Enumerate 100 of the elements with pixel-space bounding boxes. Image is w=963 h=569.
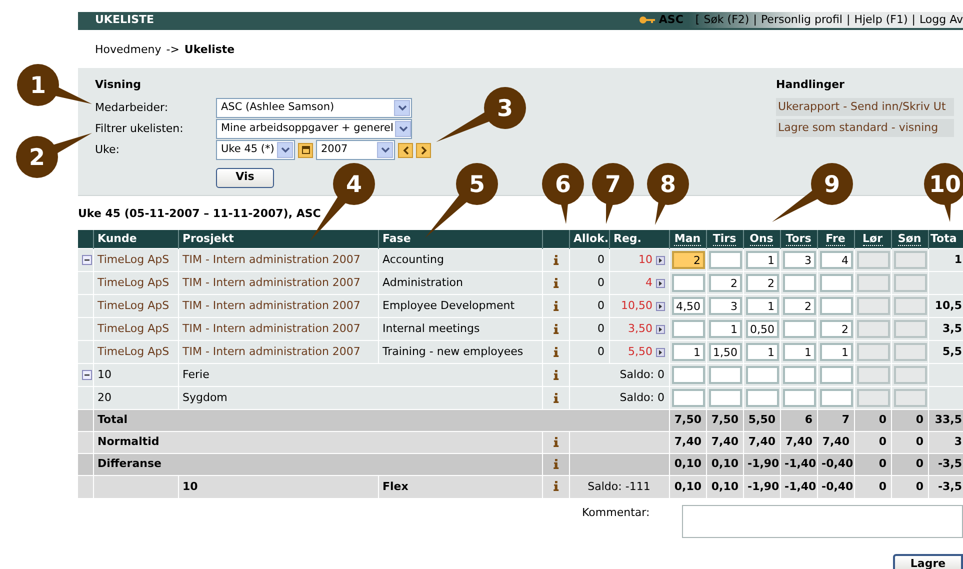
hours-input[interactable] [782,389,816,407]
hours-input[interactable]: 2 [672,251,704,269]
comment-field[interactable] [682,504,963,538]
breadcrumb-current: Ukeliste [184,42,235,58]
action-link[interactable]: Ukerapport - Send inn/Skriv Ut [776,98,954,116]
collapse-icon[interactable] [82,370,92,380]
next-week-button[interactable] [416,142,431,158]
hours-input[interactable]: 2 [820,320,852,338]
expand-arrow-icon[interactable] [656,348,664,356]
table-cell: 0,10 [669,476,706,498]
chevron-right-icon [420,146,426,154]
expand-arrow-icon[interactable] [656,302,664,310]
calendar-button[interactable] [298,142,313,158]
bracket-text: [ [695,12,700,28]
hours-input[interactable]: 1,50 [708,343,742,361]
table-cell: -3,5 [928,476,963,498]
table-cell: 10,5 [934,298,962,312]
hours-input[interactable]: 0,50 [746,320,778,338]
info-icon[interactable] [552,392,558,403]
hours-input[interactable] [782,320,816,338]
separator-text: | [753,12,757,28]
year-dropdown[interactable]: 2007 [316,140,395,160]
expand-arrow-icon[interactable] [656,324,664,334]
dropdown-field[interactable]: Mine arbeidsoppgaver + generel [216,119,412,139]
dropdown-field[interactable]: ASC (Ashlee Samson) [216,98,412,118]
hours-input[interactable]: 1 [746,297,778,315]
registered-value: 3,50 [628,320,652,337]
week-dropdown[interactable]: Uke 45 (*) [216,140,295,160]
info-icon[interactable] [552,278,558,288]
hours-input[interactable] [820,274,852,292]
hours-input[interactable]: 1 [708,320,742,338]
hours-input[interactable]: 2 [782,297,816,315]
table-cell: -0,40 [817,476,854,498]
hours-input[interactable]: 1 [746,251,778,269]
header-link[interactable]: Personlig profil [760,12,842,28]
hours-input[interactable]: 4 [820,251,852,269]
hours-input[interactable]: 2 [746,274,778,292]
separator-text: | [846,12,850,28]
hours-input[interactable]: 1 [746,343,778,361]
hours-input[interactable] [746,389,778,407]
info-icon[interactable] [552,324,558,334]
info-icon[interactable] [552,254,558,265]
registered-value: 10 [638,252,652,268]
header-link[interactable]: Hjelp (F1) [854,12,908,28]
header-link[interactable]: Søk (F2) [704,12,750,28]
hours-input[interactable]: 1 [782,343,816,361]
hours-input[interactable] [708,389,742,407]
hours-input[interactable] [672,320,704,338]
section-heading: Handlinger [776,77,846,93]
info-icon[interactable] [552,370,558,380]
hours-input[interactable] [782,366,816,384]
info-icon[interactable] [552,481,558,492]
hours-input[interactable] [708,251,742,269]
registered-value: 5,50 [628,344,652,360]
hours-input[interactable]: 1 [820,343,852,361]
calendar-icon [302,146,310,154]
hours-input[interactable] [708,366,742,384]
collapse-icon[interactable] [82,255,92,265]
field-label: Filtrer ukelisten: [95,120,184,137]
table-cell: 0,10 [706,476,743,498]
table-cell: 0 [891,476,928,498]
table-cell: 0 [854,476,891,498]
expand-arrow-icon[interactable] [656,278,664,288]
hours-input[interactable]: 4,50 [672,297,704,315]
hours-input[interactable] [672,389,704,407]
info-icon[interactable] [552,300,558,311]
expand-arrow-icon[interactable] [656,256,664,264]
table-cell: Saldo: -111 [569,476,669,498]
breadcrumb-arrow: -> [166,42,180,58]
hours-input[interactable]: 2 [708,274,742,292]
table-cell: 3,5 [942,322,962,335]
hours-input[interactable]: 3 [782,251,816,269]
hours-input[interactable]: 1 [672,343,704,361]
hours-input[interactable]: 3 [708,297,742,315]
previous-week-button[interactable] [398,142,413,158]
breadcrumb-link[interactable]: Hovedmeny [95,42,162,68]
table-cell: Flex [378,476,542,498]
table-cell: 1 [954,252,962,266]
info-icon[interactable] [552,437,558,448]
info-icon[interactable] [552,459,558,470]
info-icon[interactable] [552,346,558,357]
save-button[interactable]: Lagre [893,554,963,569]
week-title: Uke 45 (05-11-2007 – 11-11-2007), ASC [78,206,322,222]
chevron-left-icon [402,146,408,154]
field-label: Uke: [95,142,121,158]
hours-input[interactable] [820,366,852,384]
hours-input[interactable] [782,274,816,292]
hours-input[interactable] [820,297,852,315]
key-icon [638,16,655,24]
hours-input[interactable] [746,366,778,384]
hours-input[interactable] [672,274,704,292]
separator-text: | [912,12,916,28]
table-cell: -1,40 [780,476,817,498]
section-heading: Visning [95,77,142,93]
hours-input[interactable] [820,389,852,407]
show-button[interactable]: Vis [216,168,274,188]
header-link[interactable]: Logg Av [919,12,963,28]
action-link[interactable]: Lagre som standard - visning [776,118,954,136]
table-cell: 10 [178,476,378,498]
hours-input[interactable] [672,366,704,384]
